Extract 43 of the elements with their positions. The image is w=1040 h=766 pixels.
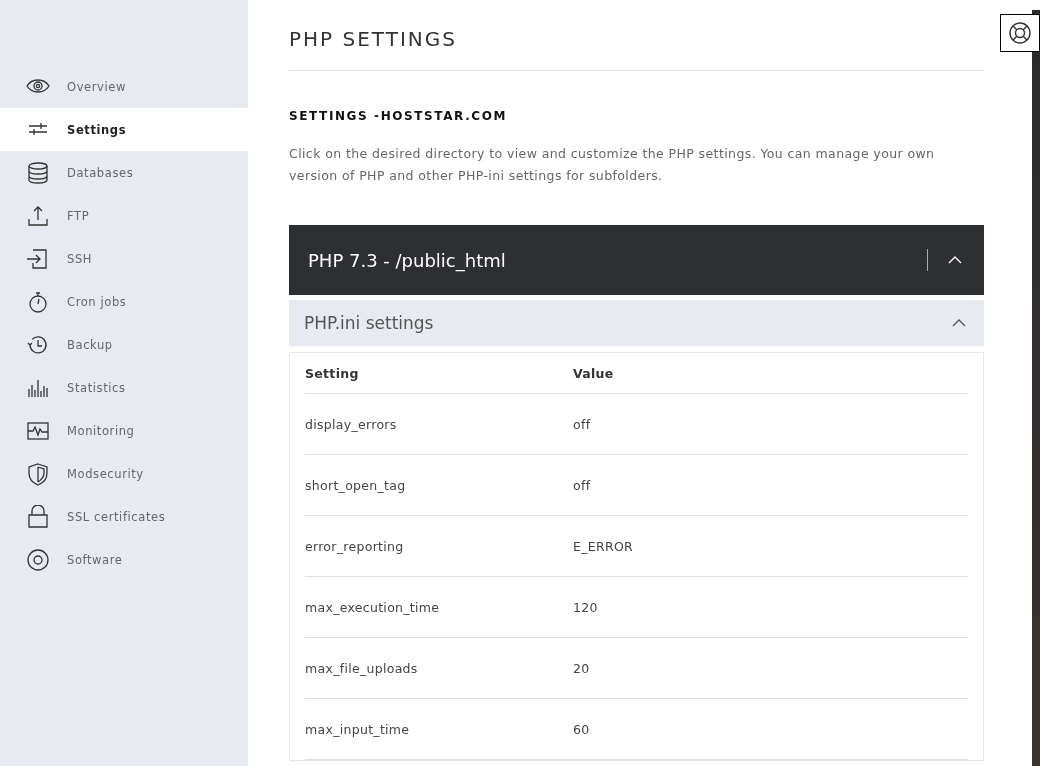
- column-header: Value: [573, 365, 615, 381]
- table-cell-text: off: [573, 416, 592, 432]
- sidebar-item[interactable]: Overview: [0, 65, 248, 108]
- accordion-header[interactable]: PHP 7.3 - /public_html: [289, 225, 984, 295]
- chevron-up-icon: [952, 319, 966, 327]
- table-cell-text: 20: [573, 660, 591, 676]
- section-heading: SETTINGS -HOSTSTAR.COM: [289, 109, 509, 123]
- table-cell-text: error_reporting: [305, 538, 405, 554]
- sidebar-item[interactable]: SSH: [0, 237, 248, 280]
- table-cell-text: 60: [573, 721, 591, 737]
- table-cell-text: off: [573, 477, 592, 493]
- table-cell-text: max_file_uploads: [305, 660, 419, 676]
- sidebar-item[interactable]: Databases: [0, 151, 248, 194]
- sidebar-item[interactable]: Backup: [0, 323, 248, 366]
- column-header: Setting: [305, 365, 360, 381]
- accordion-header[interactable]: PHP.ini settings: [289, 300, 984, 346]
- sidebar-item[interactable]: Modsecurity: [0, 452, 248, 495]
- sidebar-item[interactable]: Monitoring: [0, 409, 248, 452]
- sidebar-item[interactable]: Settings: [0, 108, 248, 151]
- chevron-up-icon: [948, 256, 962, 264]
- table-cell-text: short_open_tag: [305, 477, 407, 493]
- disc-icon: [26, 547, 50, 572]
- login-icon: [26, 246, 50, 271]
- sidebar-item[interactable]: Statistics: [0, 366, 248, 409]
- sidebar-item[interactable]: Cron jobs: [0, 280, 248, 323]
- help-button[interactable]: [1000, 14, 1040, 52]
- table-cell-text: 120: [573, 599, 599, 615]
- page-title: PHP SETTINGS: [289, 27, 458, 51]
- description-text: Click on the desired directory to view and customize the PHP settings. You can manage your own version of PHP and other PHP-ini settings for subfolders.: [289, 145, 936, 185]
- padlock-icon: [26, 504, 50, 529]
- table-cell-text: E_ERROR: [573, 538, 635, 554]
- stopwatch-icon: [26, 289, 50, 314]
- accordion-title: PHP.ini settings: [304, 313, 435, 333]
- accordion-title: PHP 7.3 - /public_html: [308, 249, 507, 271]
- lifebuoy-icon: [1008, 21, 1032, 45]
- database-icon: [26, 160, 50, 185]
- sidebar-item[interactable]: SSL certificates: [0, 495, 248, 538]
- table-cell-text: max_execution_time: [305, 599, 441, 615]
- sidebar-item[interactable]: Software: [0, 538, 248, 581]
- table-cell-text: max_input_time: [305, 721, 411, 737]
- sidebar-item[interactable]: FTP: [0, 194, 248, 237]
- shield-icon: [26, 461, 50, 486]
- table-cell-text: display_errors: [305, 416, 398, 432]
